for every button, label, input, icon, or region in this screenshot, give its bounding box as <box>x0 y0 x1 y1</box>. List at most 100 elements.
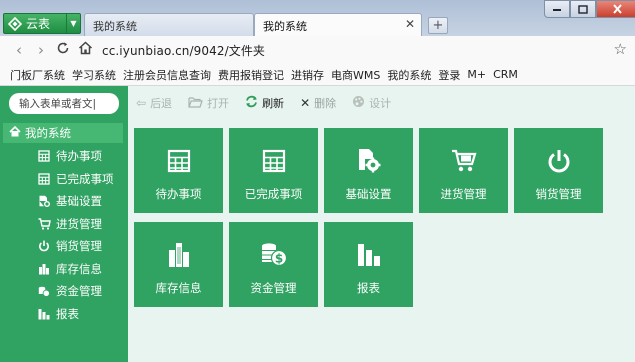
app-menu-label: 云表 <box>26 17 51 31</box>
back-arrow-icon[interactable]: ‹ <box>8 41 30 59</box>
building-icon <box>38 263 56 275</box>
sidebar: 输入表单或者文| 我的系统 待办事项 已完成事项 基础设置 进货管理 销货管理 … <box>0 86 128 362</box>
bookmark-link[interactable]: 学习系统 <box>72 67 116 83</box>
power-icon <box>547 148 571 174</box>
bookmark-link[interactable]: M+ <box>467 68 486 81</box>
search-input[interactable]: 输入表单或者文| <box>9 93 119 114</box>
sidebar-item-label: 报表 <box>56 306 79 321</box>
sidebar-item-done[interactable]: 已完成事项 <box>0 168 128 191</box>
sidebar-item-label: 资金管理 <box>56 284 102 299</box>
x-icon: ✕ <box>300 96 311 110</box>
sidebar-item-label: 库存信息 <box>56 261 102 276</box>
refresh-icon <box>245 95 258 111</box>
sidebar-item-funds[interactable]: 资金管理 <box>0 280 128 303</box>
forward-arrow-icon[interactable]: › <box>30 41 52 59</box>
open-button[interactable]: 打开 <box>188 95 229 111</box>
minimize-button[interactable] <box>544 0 570 18</box>
arrow-left-icon: ⇦ <box>136 96 147 110</box>
tile-funds[interactable]: $ 资金管理 <box>229 222 318 307</box>
bar-chart-icon <box>38 308 56 320</box>
browser-tab[interactable]: 我的系统 <box>84 13 254 36</box>
sidebar-item-reports[interactable]: 报表 <box>0 303 128 326</box>
design-button[interactable]: 设计 <box>352 95 391 111</box>
sidebar-item-label: 基础设置 <box>56 194 102 209</box>
table-icon <box>38 173 56 185</box>
refresh-button[interactable]: 刷新 <box>245 95 284 111</box>
back-label: 后退 <box>150 97 173 110</box>
refresh-label: 刷新 <box>262 97 285 110</box>
bookmark-link[interactable]: 我的系统 <box>387 67 431 83</box>
open-label: 打开 <box>207 97 230 110</box>
close-window-button[interactable] <box>596 0 635 18</box>
table-icon <box>38 150 56 162</box>
sidebar-item-label: 待办事项 <box>56 149 102 164</box>
sidebar-item-purchase[interactable]: 进货管理 <box>0 213 128 236</box>
bookmark-link[interactable]: 电商WMS <box>331 67 380 83</box>
window-controls <box>544 0 635 18</box>
toolbar: ⇦ 后退 打开 刷新 ✕ 删除 设计 <box>128 86 635 120</box>
tile-purchase[interactable]: 进货管理 <box>419 128 508 213</box>
bar-chart-icon <box>357 242 381 268</box>
folder-open-icon <box>188 96 203 111</box>
sidebar-item-root[interactable]: 我的系统 <box>3 123 123 143</box>
delete-button[interactable]: ✕ 删除 <box>300 95 336 111</box>
sidebar-item-sales[interactable]: 销货管理 <box>0 235 128 258</box>
tile-label: 资金管理 <box>250 281 297 295</box>
app-menu-button[interactable]: 云表 ▼ <box>3 13 81 34</box>
svg-text:$: $ <box>274 252 282 266</box>
tab-close-icon[interactable]: ✕ <box>405 17 415 31</box>
sidebar-item-label: 进货管理 <box>56 216 102 231</box>
power-icon <box>38 240 56 252</box>
address-bar: ‹ › cc.iyunbiao.cn/9042/文件夹 ☆ <box>0 36 635 64</box>
palette-icon <box>352 95 365 111</box>
maximize-button[interactable] <box>570 0 596 18</box>
gear-doc-icon <box>38 195 56 208</box>
chevron-down-icon[interactable]: ▼ <box>66 14 80 33</box>
browser-tab-active[interactable]: 我的系统 ✕ <box>254 13 422 36</box>
home-icon[interactable] <box>74 41 96 59</box>
tab-title: 我的系统 <box>263 20 307 33</box>
tile-label: 已完成事项 <box>244 187 303 201</box>
bookmark-link[interactable]: 费用报销登记 <box>218 67 284 83</box>
table-icon <box>167 148 191 174</box>
sidebar-item-todo[interactable]: 待办事项 <box>0 145 128 168</box>
tile-label: 进货管理 <box>440 187 487 201</box>
tile-label: 报表 <box>357 281 380 295</box>
bookmark-link[interactable]: 登录 <box>438 67 460 83</box>
bookmark-link[interactable]: 注册会员信息查询 <box>123 67 211 83</box>
tile-settings[interactable]: 基础设置 <box>324 128 413 213</box>
tile-inventory[interactable]: 库存信息 <box>134 222 223 307</box>
sidebar-item-label: 已完成事项 <box>56 171 114 186</box>
app-area: 输入表单或者文| 我的系统 待办事项 已完成事项 基础设置 进货管理 销货管理 … <box>0 86 635 362</box>
tile-sales[interactable]: 销货管理 <box>514 128 603 213</box>
tile-label: 库存信息 <box>155 281 202 295</box>
tile-todo[interactable]: 待办事项 <box>134 128 223 213</box>
tile-label: 销货管理 <box>535 187 582 201</box>
design-label: 设计 <box>369 97 392 110</box>
sidebar-item-settings[interactable]: 基础设置 <box>0 190 128 213</box>
app-logo-icon <box>4 16 26 31</box>
table-icon <box>262 148 286 174</box>
tile-reports[interactable]: 报表 <box>324 222 413 307</box>
gear-doc-icon <box>357 148 381 174</box>
bookmark-link[interactable]: CRM <box>493 68 518 81</box>
bookmark-link[interactable]: 门板厂系统 <box>10 67 65 83</box>
bookmark-star-icon[interactable]: ☆ <box>614 40 627 58</box>
tab-title: 我的系统 <box>93 20 137 33</box>
coins-icon <box>38 285 56 298</box>
reload-icon[interactable] <box>52 41 74 59</box>
sidebar-list: 待办事项 已完成事项 基础设置 进货管理 销货管理 库存信息 资金管理 报表 <box>0 145 128 325</box>
back-button[interactable]: ⇦ 后退 <box>136 95 172 111</box>
sidebar-item-label: 销货管理 <box>56 239 102 254</box>
bookmark-link[interactable]: 进销存 <box>291 67 324 83</box>
url-field[interactable]: cc.iyunbiao.cn/9042/文件夹 <box>102 42 265 59</box>
tile-done[interactable]: 已完成事项 <box>229 128 318 213</box>
new-tab-button[interactable]: + <box>428 17 448 34</box>
coins-icon: $ <box>260 242 288 268</box>
sidebar-item-inventory[interactable]: 库存信息 <box>0 258 128 281</box>
window-titlebar: 云表 ▼ 我的系统 我的系统 ✕ + <box>0 0 635 36</box>
delete-label: 删除 <box>314 97 337 110</box>
tile-label: 基础设置 <box>345 187 392 201</box>
home-icon <box>9 125 25 140</box>
plus-icon: + <box>432 18 444 33</box>
